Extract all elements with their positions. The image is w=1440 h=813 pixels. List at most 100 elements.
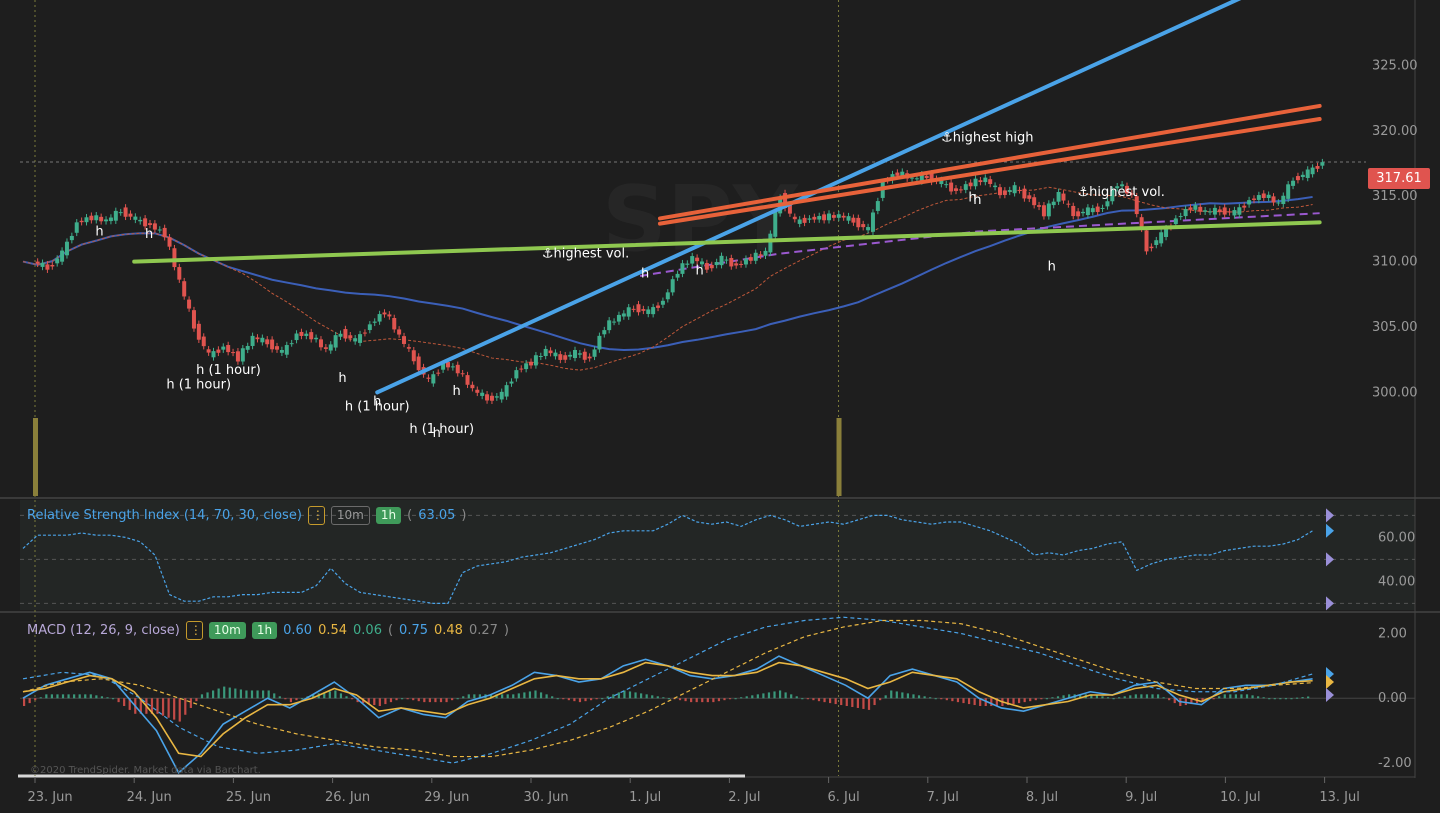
macd-histogram-bar xyxy=(506,694,509,699)
candle-body xyxy=(983,177,988,183)
macd-histogram-bar xyxy=(1112,698,1115,700)
candle-body xyxy=(954,188,959,191)
macd-histogram-bar xyxy=(967,698,971,705)
candle-body xyxy=(1261,193,1266,199)
macd-histogram-bar xyxy=(717,698,721,702)
macd-histogram-bar xyxy=(428,698,431,703)
macd-histogram-bar xyxy=(778,690,782,699)
pattern-label: h (1 hour) xyxy=(166,377,231,392)
macd-histogram-bar xyxy=(462,696,465,699)
macd-histogram-bar xyxy=(61,694,65,699)
candle-body xyxy=(724,259,729,261)
macd-histogram-bar xyxy=(1284,698,1288,700)
candle-body xyxy=(563,355,568,360)
time-tick-label: 2. Jul xyxy=(728,790,760,805)
candle-body xyxy=(1203,210,1208,212)
candle-body xyxy=(1061,193,1066,201)
macd-histogram-bar xyxy=(723,698,726,701)
candle-body xyxy=(397,329,402,335)
price-axis[interactable]: 325.00 320.00 315.00 310.00 305.00 300.00 60.0… xyxy=(1372,58,1418,771)
macd-histogram-bar xyxy=(790,694,793,699)
candle-body xyxy=(533,355,538,366)
candle-body xyxy=(993,185,998,188)
time-axis[interactable]: 23. Jun 24. Jun 25. Jun 26. Jun 29. Jun 30. J… xyxy=(27,777,1360,805)
rsi-timeframe-1h[interactable]: 1h xyxy=(375,507,402,524)
macd-histogram-bar xyxy=(195,698,198,702)
macd-histogram-bar xyxy=(534,690,537,699)
pattern-label: h xyxy=(452,384,460,399)
macd-histogram-bar xyxy=(879,698,882,701)
candle-body xyxy=(812,216,817,220)
macd-histogram-bar xyxy=(606,696,609,699)
pattern-label: h xyxy=(433,426,441,441)
macd-histogram-bar xyxy=(962,698,965,704)
candle-body xyxy=(143,218,148,227)
macd-histogram-bar xyxy=(1029,698,1032,702)
rsi-menu-button[interactable]: ⋮ xyxy=(307,506,325,525)
pattern-label: h xyxy=(1048,260,1056,275)
candle-body xyxy=(1271,196,1276,203)
candle-body xyxy=(1286,184,1291,199)
macd-histogram-bar xyxy=(817,698,821,702)
macd-histogram-bar xyxy=(250,690,254,699)
time-tick-label: 8. Jul xyxy=(1026,790,1058,805)
macd-histogram-bar xyxy=(39,697,42,699)
macd-histogram-bar xyxy=(200,694,204,699)
candle-body xyxy=(182,281,187,297)
macd-histogram-bar xyxy=(656,696,659,699)
candle-body xyxy=(758,254,763,256)
macd-histogram-bar xyxy=(289,698,293,703)
price-tick-label: 300.00 xyxy=(1372,385,1418,400)
rsi-tick-label: 40.00 xyxy=(1378,574,1415,589)
candle-body xyxy=(1076,211,1081,217)
macd-histogram-bar xyxy=(829,698,832,704)
candle-body xyxy=(309,332,314,340)
macd-histogram-bar xyxy=(795,696,798,699)
candle-body xyxy=(167,237,172,247)
macd-histogram-bar xyxy=(906,693,910,699)
macd-level-marker xyxy=(1326,688,1334,702)
candle-body xyxy=(709,264,714,269)
macd-histogram-bar xyxy=(328,691,331,699)
candle-body xyxy=(279,349,284,353)
candle-body xyxy=(548,350,553,354)
candle-body xyxy=(538,356,543,358)
chart-canvas[interactable]: SPY h hh (1 hour)h (1 hour)hh (1 hour)hh … xyxy=(0,0,1440,813)
macd-label: MACD (12, 26, 9, close) xyxy=(27,623,180,638)
rsi-timeframe-10m[interactable]: 10m xyxy=(330,506,370,525)
macd-histogram-bar xyxy=(34,698,37,701)
macd-histogram-bar xyxy=(28,698,31,704)
time-tick-label: 30. Jun xyxy=(523,790,568,805)
candle-body xyxy=(318,339,323,348)
candle-body xyxy=(577,353,582,355)
candle-body xyxy=(1149,246,1154,249)
candle-body xyxy=(436,372,441,374)
macd-histogram-bar xyxy=(784,692,787,699)
candle-body xyxy=(196,323,201,340)
macd-histogram-bar xyxy=(178,698,181,722)
macd-menu-button[interactable]: ⋮ xyxy=(185,621,203,640)
macd-histogram-bar xyxy=(23,698,26,707)
macd-timeframe-10m[interactable]: 10m xyxy=(208,622,246,639)
candle-body xyxy=(1242,205,1247,208)
macd-histogram-bar xyxy=(1223,694,1226,699)
price-tick-label: 315.00 xyxy=(1372,189,1418,204)
macd-histogram-bar xyxy=(662,697,665,699)
macd-timeframe-1h[interactable]: 1h xyxy=(251,622,278,639)
pattern-label: h xyxy=(641,266,649,281)
macd-histogram-bar xyxy=(951,698,954,702)
candle-body xyxy=(245,345,250,350)
candle-body xyxy=(1295,176,1300,181)
macd-1h-signal-value: 0.48 xyxy=(434,623,463,638)
macd-histogram-bar xyxy=(512,694,515,699)
macd-histogram-bar xyxy=(117,698,120,703)
macd-histogram-bar xyxy=(840,698,843,706)
macd-histogram-bar xyxy=(701,698,704,703)
candle-body xyxy=(40,262,45,267)
macd-histogram-bar xyxy=(628,691,632,699)
candle-body xyxy=(64,241,69,256)
macd-histogram-bar xyxy=(806,698,809,700)
candle-body xyxy=(367,324,372,331)
candle-body xyxy=(997,187,1002,196)
candle-body xyxy=(1291,180,1296,186)
